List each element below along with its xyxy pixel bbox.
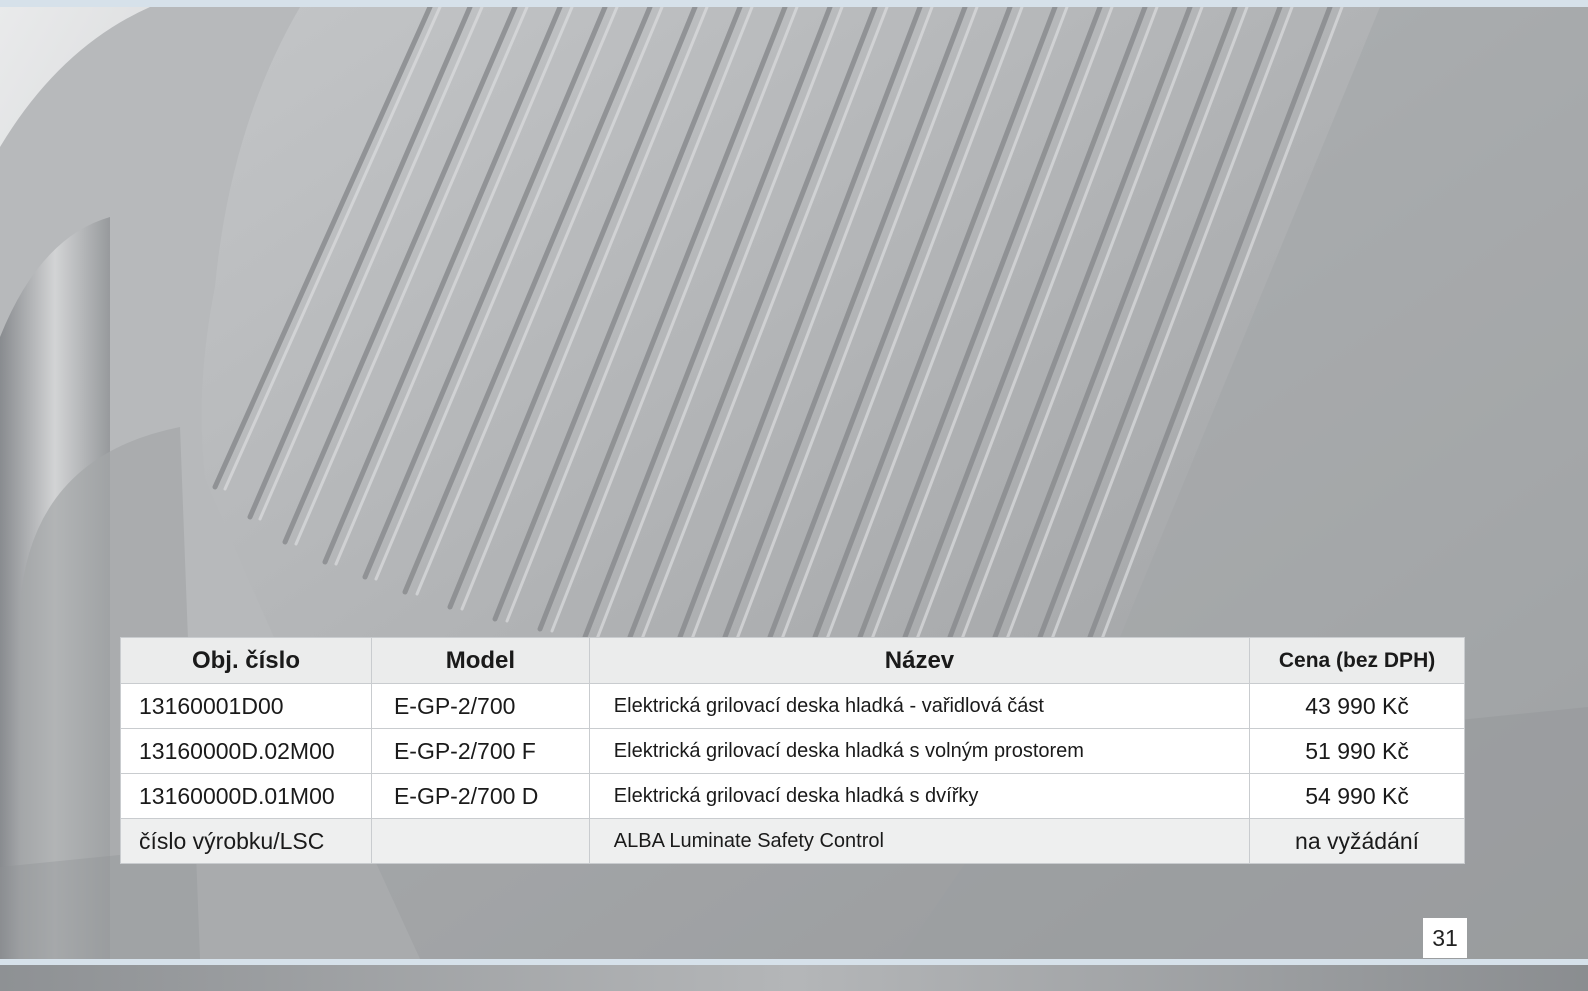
table-row: 13160001D00 E-GP-2/700 Elektrická grilov…	[120, 683, 1465, 729]
cell-price: 54 990 Kč	[1249, 773, 1465, 819]
cell-price: na vyžádání	[1249, 818, 1465, 864]
cell-price: 43 990 Kč	[1249, 683, 1465, 729]
header-price: Cena (bez DPH)	[1249, 637, 1465, 684]
header-name: Název	[588, 637, 1251, 684]
page-number: 31	[1423, 918, 1467, 958]
cell-model: E-GP-2/700	[370, 683, 590, 729]
bottom-photo-strip	[0, 965, 1588, 991]
cell-price: 51 990 Kč	[1249, 728, 1465, 774]
cell-name: Elektrická grilovací deska hladká - vaři…	[588, 683, 1251, 729]
table-row: 13160000D.01M00 E-GP-2/700 D Elektrická …	[120, 773, 1465, 819]
cell-name: Elektrická grilovací deska hladká s dvíř…	[588, 773, 1251, 819]
cell-model	[370, 818, 590, 864]
cell-model: E-GP-2/700 D	[370, 773, 590, 819]
cell-name: ALBA Luminate Safety Control	[588, 818, 1251, 864]
price-table: Obj. číslo Model Název Cena (bez DPH) 13…	[120, 637, 1465, 864]
cell-code: číslo výrobku/LSC	[120, 818, 372, 864]
cell-code: 13160001D00	[120, 683, 372, 729]
table-header-row: Obj. číslo Model Název Cena (bez DPH)	[120, 637, 1465, 684]
top-rule	[0, 0, 1588, 7]
cell-code: 13160000D.01M00	[120, 773, 372, 819]
header-model: Model	[370, 637, 590, 684]
cell-model: E-GP-2/700 F	[370, 728, 590, 774]
table-row: 13160000D.02M00 E-GP-2/700 F Elektrická …	[120, 728, 1465, 774]
catalog-page: Obj. číslo Model Název Cena (bez DPH) 13…	[0, 0, 1588, 991]
table-row: číslo výrobku/LSC ALBA Luminate Safety C…	[120, 818, 1465, 864]
cell-name: Elektrická grilovací deska hladká s voln…	[588, 728, 1251, 774]
cell-code: 13160000D.02M00	[120, 728, 372, 774]
header-code: Obj. číslo	[120, 637, 372, 684]
